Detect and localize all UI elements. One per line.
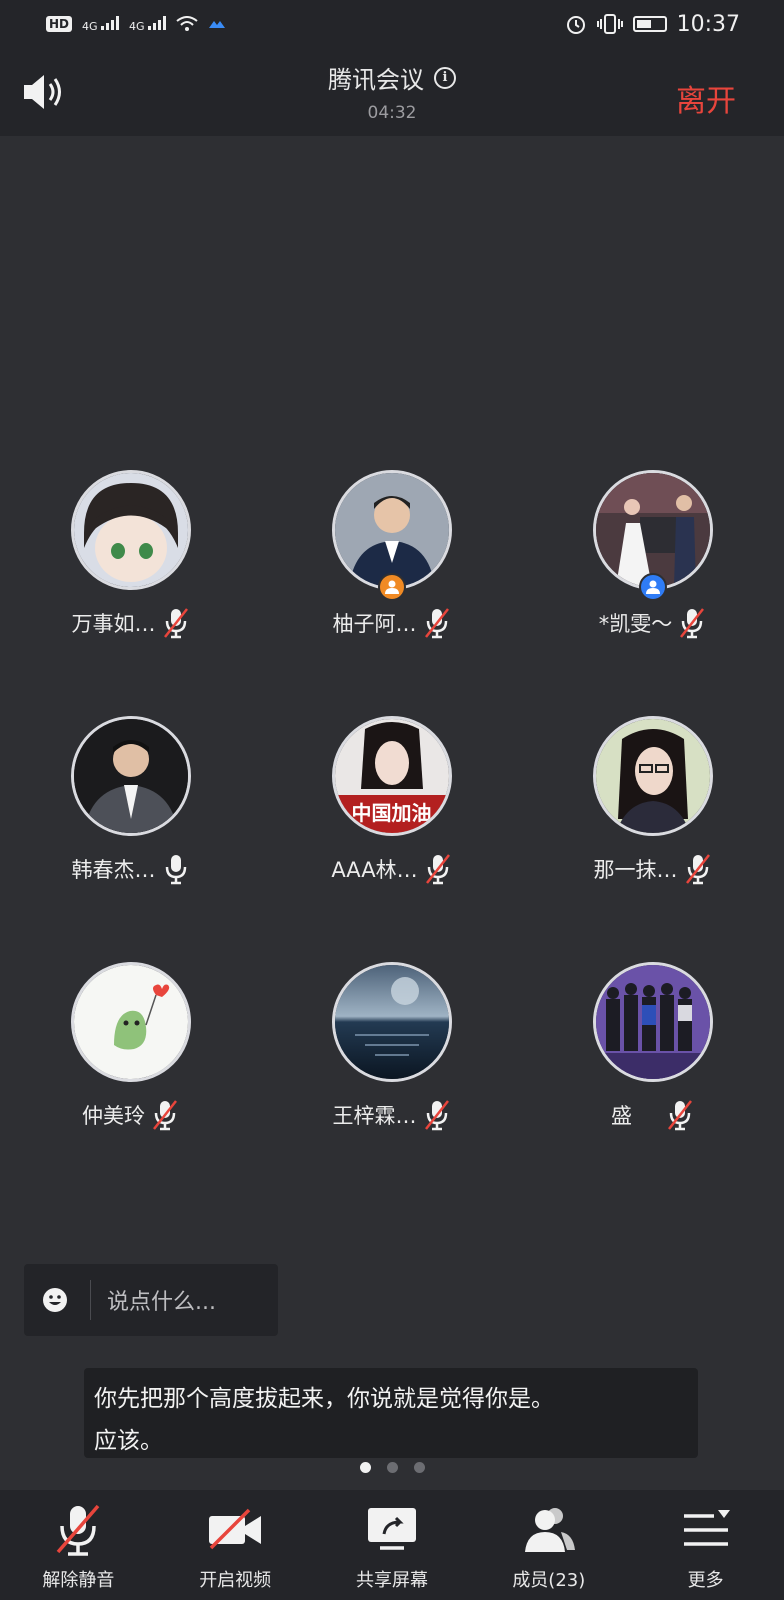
meeting-timer: 04:32 xyxy=(367,103,417,123)
tool-label: 解除静音 xyxy=(42,1570,115,1591)
live-caption: 你先把那个高度拔起来，你说就是觉得你是。 应该。 xyxy=(84,1368,698,1458)
mic-muted-icon xyxy=(57,1504,100,1556)
participant-name: 韩春杰… xyxy=(71,858,156,882)
avatar-overlay-text: 中国加油 xyxy=(351,801,432,825)
status-bar-left: HD 4G 4G xyxy=(46,15,226,33)
participant-tile[interactable]: 盛 xyxy=(522,962,783,1132)
caption-line: 你先把那个高度拔起来，你说就是觉得你是。 xyxy=(94,1386,554,1412)
participant-name: 仲美玲 xyxy=(82,1104,145,1128)
avatar: 中国加油 xyxy=(331,716,452,836)
start-video-button[interactable]: 开启视频 xyxy=(157,1490,314,1600)
signal-icon-sim1: 4G xyxy=(82,15,120,33)
participant-name-row: *凯雯～ xyxy=(599,606,707,640)
avatar xyxy=(70,716,191,836)
tool-label: 共享屏幕 xyxy=(355,1570,428,1591)
unmute-button[interactable]: 解除静音 xyxy=(0,1490,157,1600)
participant-name: 盛 xyxy=(611,1104,632,1128)
chat-placeholder: 说点什么... xyxy=(107,1290,216,1315)
app-notification-icon xyxy=(209,21,226,28)
avatar xyxy=(592,962,713,1082)
vibrate-icon xyxy=(596,14,623,34)
avatar xyxy=(592,716,713,836)
avatar xyxy=(331,962,452,1082)
info-icon[interactable]: i xyxy=(434,66,456,89)
participant-name-row: AAA林… xyxy=(331,852,451,886)
cohost-badge-icon xyxy=(638,573,667,601)
mic-muted-icon xyxy=(153,1100,177,1131)
members-icon xyxy=(524,1508,575,1552)
mic-muted-icon xyxy=(685,854,710,885)
mic-muted-icon xyxy=(680,608,705,639)
status-bar-right: 10:37 xyxy=(565,12,740,37)
participant-tile[interactable]: 万事如… xyxy=(0,470,261,640)
host-badge-icon xyxy=(377,573,406,601)
page-dot[interactable] xyxy=(413,1462,425,1473)
participant-tile[interactable]: 仲美玲 xyxy=(0,962,261,1132)
more-button[interactable]: 更多 xyxy=(627,1490,784,1600)
participant-name-row: 万事如… xyxy=(72,606,190,640)
participant-name: 王梓霖… xyxy=(332,1104,417,1128)
participants-grid: 万事如… 柚子阿… *凯雯～ 韩春杰… 中国加油 AAA林… 那一抹… 仲美玲 … xyxy=(0,470,784,1132)
participant-name-row: 王梓霖… xyxy=(333,1098,451,1132)
mic-muted-icon xyxy=(424,1100,449,1131)
participant-name: 万事如… xyxy=(71,612,156,636)
meeting-header: 腾讯会议 i 04:32 离开 xyxy=(0,48,784,136)
participant-name-row: 韩春杰… xyxy=(72,852,190,886)
participant-name: 那一抹… xyxy=(593,858,678,882)
chat-divider xyxy=(90,1280,91,1320)
camera-off-icon xyxy=(209,1508,262,1550)
hd-icon: HD xyxy=(46,16,73,32)
title-block: 腾讯会议 i 04:32 xyxy=(0,60,784,123)
chat-input[interactable]: 说点什么... xyxy=(24,1264,278,1336)
clock: 10:37 xyxy=(676,11,740,37)
avatar xyxy=(70,470,191,590)
participant-name: 柚子阿… xyxy=(332,612,417,636)
tool-label: 开启视频 xyxy=(199,1570,272,1591)
avatar xyxy=(592,470,713,601)
participant-name-row: 柚子阿… xyxy=(333,606,451,640)
share-screen-icon xyxy=(367,1508,416,1550)
tool-label: 更多 xyxy=(687,1570,724,1591)
battery-icon xyxy=(632,16,667,32)
share-screen-button[interactable]: 共享屏幕 xyxy=(314,1490,471,1600)
mic-muted-icon xyxy=(163,608,188,639)
wifi-icon xyxy=(176,16,198,31)
avatar xyxy=(70,962,191,1082)
mic-muted-icon xyxy=(425,854,450,885)
tool-label: 成员(23) xyxy=(512,1570,586,1591)
meeting-title[interactable]: 腾讯会议 i xyxy=(328,60,456,95)
participant-name-row: 盛 xyxy=(611,1098,694,1132)
mic-muted-icon xyxy=(424,608,449,639)
participant-name: *凯雯～ xyxy=(598,612,673,636)
emoji-icon[interactable] xyxy=(42,1287,68,1313)
caption-line: 应该。 xyxy=(94,1428,163,1454)
participant-tile[interactable]: 那一抹… xyxy=(522,716,783,886)
participant-name-row: 仲美玲 xyxy=(82,1098,179,1132)
avatar xyxy=(331,470,452,601)
participant-tile[interactable]: *凯雯～ xyxy=(522,470,783,640)
participant-tile[interactable]: 柚子阿… xyxy=(261,470,522,640)
members-button[interactable]: 成员(23) xyxy=(470,1490,627,1600)
mic-muted-icon xyxy=(668,1100,692,1131)
participant-tile[interactable]: 韩春杰… xyxy=(0,716,261,886)
alarm-icon xyxy=(566,16,585,34)
participant-name: AAA林… xyxy=(331,858,418,882)
mic-on-icon xyxy=(165,855,186,885)
page-indicator xyxy=(0,1462,784,1473)
more-menu-icon xyxy=(683,1510,730,1546)
participant-tile[interactable]: 王梓霖… xyxy=(261,962,522,1132)
status-bar: HD 4G 4G 10:37 xyxy=(0,0,784,48)
meeting-title-text: 腾讯会议 xyxy=(328,66,424,94)
signal-icon-sim2: 4G xyxy=(129,15,167,33)
page-dot[interactable] xyxy=(386,1462,398,1473)
participant-name-row: 那一抹… xyxy=(594,852,712,886)
participant-tile[interactable]: 中国加油 AAA林… xyxy=(261,716,522,886)
leave-button[interactable]: 离开 xyxy=(676,76,736,120)
page-dot-active[interactable] xyxy=(359,1462,371,1473)
bottom-toolbar: 解除静音 开启视频 共享屏幕 成员(23) 更多 xyxy=(0,1490,784,1600)
